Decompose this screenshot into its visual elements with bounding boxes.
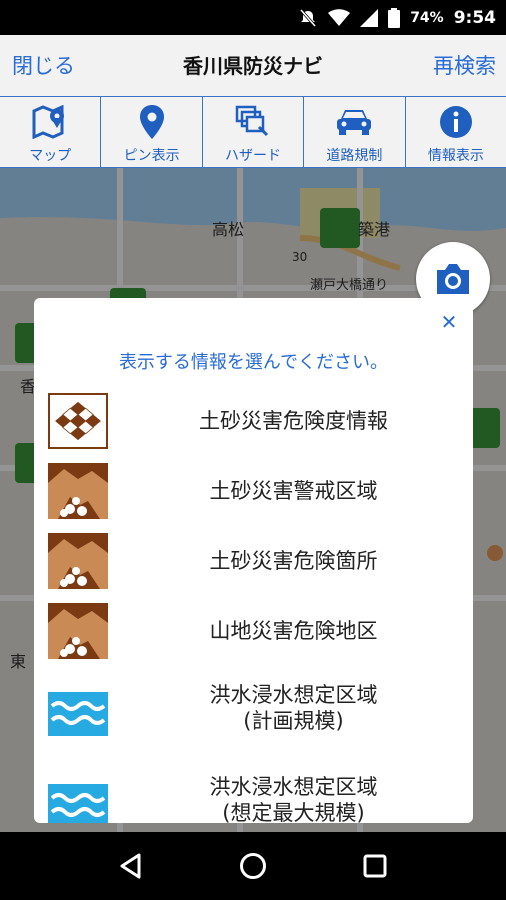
map-icon <box>30 103 70 141</box>
tab-road[interactable]: 道路規制 <box>304 97 406 167</box>
item-label: 洪水浸水想定区域 <box>209 774 378 799</box>
tab-map[interactable]: マップ <box>0 97 102 167</box>
item-label: 土砂災害危険度情報 <box>199 408 388 433</box>
list-item[interactable]: 土砂災害警戒区域 <box>34 458 473 528</box>
flood-icon <box>48 772 108 823</box>
grid-risk-icon <box>48 393 108 449</box>
item-sublabel: (計画規模) <box>243 709 344 733</box>
battery-level: 74% <box>410 9 444 26</box>
app-header: 閉じる 香川県防災ナビ 再検索 <box>0 35 506 97</box>
car-icon <box>334 103 374 141</box>
landslide-icon <box>48 463 108 519</box>
landslide-icon <box>48 533 108 589</box>
item-sublabel: (想定最大規模) <box>222 801 365 823</box>
hazard-icon <box>233 103 273 141</box>
home-button[interactable] <box>233 846 273 886</box>
item-label: 土砂災害警戒区域 <box>209 478 378 503</box>
tab-map-label: マップ <box>29 148 72 164</box>
flood-icon <box>48 680 108 736</box>
clock: 9:54 <box>453 7 496 28</box>
status-bar: 74% 9:54 <box>0 0 506 35</box>
tab-hazard[interactable]: ハザード <box>203 97 305 167</box>
page-title: 香川県防災ナビ <box>183 54 323 78</box>
list-item[interactable]: 洪水浸水想定区域 (想定最大規模) <box>34 760 473 823</box>
item-label: 土砂災害危険箇所 <box>209 548 378 573</box>
list-item[interactable]: 洪水浸水想定区域 (計画規模) <box>34 668 473 760</box>
signal-icon <box>360 8 379 27</box>
pin-icon <box>132 103 172 141</box>
landslide-icon <box>48 603 108 659</box>
wifi-icon <box>328 8 351 26</box>
list-item[interactable]: 土砂災害危険度情報 <box>34 388 473 458</box>
tab-pin[interactable]: ピン表示 <box>101 97 203 167</box>
system-nav-bar <box>0 832 506 900</box>
back-icon <box>120 853 141 879</box>
item-label: 山地災害危険地区 <box>209 618 378 643</box>
recents-icon <box>363 854 387 878</box>
toolbar: マップ ピン表示 ハザード 道路規制 情報表示 <box>0 97 506 168</box>
tab-road-label: 道路規制 <box>326 148 383 164</box>
list-item[interactable]: 土砂災害危険箇所 <box>34 528 473 598</box>
dialog-close-button[interactable]: ✕ <box>437 310 461 334</box>
tab-pin-label: ピン表示 <box>123 148 180 164</box>
battery-icon <box>388 7 401 28</box>
tab-info-label: 情報表示 <box>427 148 484 164</box>
hazard-select-dialog: ✕ 表示する情報を選んでください。 土砂災害危険度情報 土砂災害警戒区域 土砂災… <box>34 298 473 823</box>
hazard-list: 土砂災害危険度情報 土砂災害警戒区域 土砂災害危険箇所 山地災害危険地区 洪水浸… <box>34 388 473 823</box>
mute-icon <box>300 8 317 27</box>
dialog-prompt: 表示する情報を選んでください。 <box>118 352 389 373</box>
tab-hazard-label: ハザード <box>225 148 282 164</box>
tab-info[interactable]: 情報表示 <box>406 97 506 167</box>
info-icon <box>436 103 476 141</box>
home-icon <box>240 853 266 879</box>
recents-button[interactable] <box>355 846 395 886</box>
research-button[interactable]: 再検索 <box>433 35 496 97</box>
list-item[interactable]: 山地災害危険地区 <box>34 598 473 668</box>
camera-icon <box>437 264 469 294</box>
back-button[interactable] <box>111 846 151 886</box>
item-label: 洪水浸水想定区域 <box>209 682 378 707</box>
